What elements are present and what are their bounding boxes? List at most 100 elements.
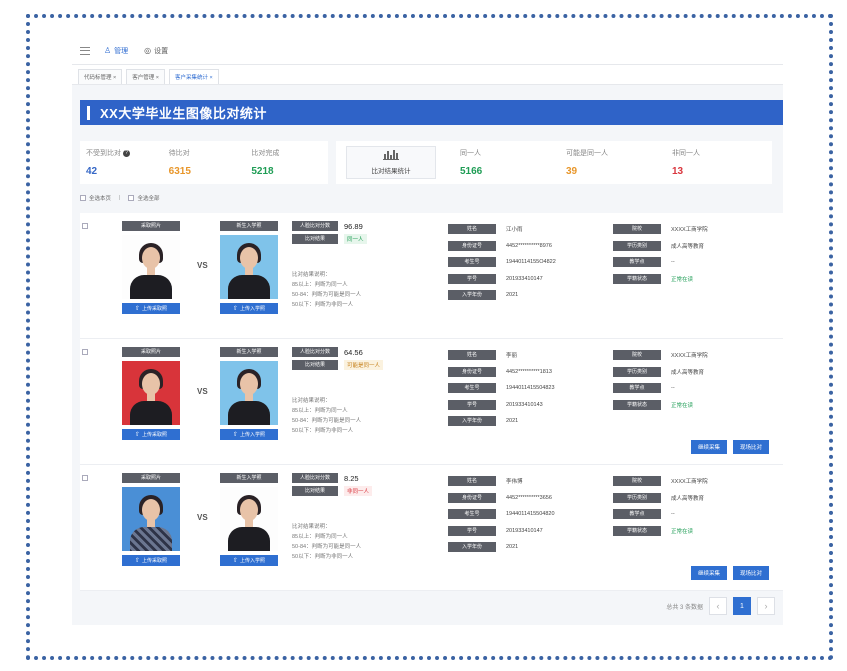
select-page-label: 全选本页 bbox=[89, 196, 112, 202]
select-all-label: 全选全部 bbox=[137, 196, 160, 202]
teach-point: -- bbox=[671, 511, 675, 518]
recollect-button[interactable]: 继续采集 bbox=[690, 566, 727, 580]
record-checkbox[interactable] bbox=[82, 223, 88, 229]
collect-photo-column: 采取照片 ⇧ 上传采取照 bbox=[122, 473, 180, 566]
teach-point-tag: 教学点 bbox=[613, 383, 661, 394]
rule-high: 85以上：判断为同一人 bbox=[292, 408, 348, 414]
enroll-status: 正常在读 bbox=[671, 276, 694, 283]
student-name: 李伟博 bbox=[506, 479, 523, 486]
recollect-button[interactable]: 继续采集 bbox=[690, 440, 727, 454]
record-list: 采取照片 ⇧ 上传采取照 VS 新生入学照 ⇧ 上传入学照 人脸比对分数 96.89 … bbox=[80, 213, 783, 591]
upload-collect-button[interactable]: ⇧ 上传采取照 bbox=[122, 429, 180, 440]
tab-code-manage[interactable]: 代码标管理 × bbox=[78, 69, 123, 84]
result-stats-button[interactable]: 比对结果统计 bbox=[346, 146, 436, 179]
stat-value: 5218 bbox=[251, 166, 274, 177]
exam-tag: 考生号 bbox=[448, 257, 496, 268]
tab-collect-stats[interactable]: 客户采集统计 × bbox=[169, 69, 219, 84]
collect-photo bbox=[122, 361, 180, 425]
compare-result-section: 人脸比对分数 96.89 比对结果 同一人 比对结果说明： 85以上：判断为同一人 … bbox=[292, 221, 432, 310]
school-tag: 院校 bbox=[613, 476, 661, 487]
enroll-photo bbox=[220, 235, 278, 299]
upload-collect-label: 上传采取照 bbox=[142, 432, 168, 438]
exam-tag: 考生号 bbox=[448, 383, 496, 394]
record-checkbox[interactable] bbox=[82, 475, 88, 481]
tab-bar: 代码标管理 × 客户管理 × 客户采集统计 × bbox=[72, 65, 783, 85]
rule-high: 85以上：判断为同一人 bbox=[292, 282, 348, 288]
stat-pending: 待比对 6315 bbox=[163, 141, 246, 184]
stat-value: 42 bbox=[86, 166, 98, 177]
enroll-year: 2021 bbox=[506, 292, 519, 299]
app-window: ♙ 管理 ◎ 设置 代码标管理 × 客户管理 × 客户采集统计 × XX大学毕业… bbox=[72, 37, 783, 625]
stat-label: 同一人 bbox=[460, 150, 481, 157]
upload-icon: ⇧ bbox=[232, 432, 238, 438]
teach-point: -- bbox=[671, 385, 675, 392]
face-score: 8.25 bbox=[344, 473, 359, 483]
exam-number: 19440114155O4822 bbox=[506, 259, 556, 266]
page-1-button[interactable]: 1 bbox=[733, 597, 751, 615]
school-tag: 院校 bbox=[613, 224, 661, 235]
onsite-compare-button[interactable]: 现场比对 bbox=[732, 440, 769, 454]
upload-enroll-button[interactable]: ⇧ 上传入学照 bbox=[220, 303, 278, 314]
stat-label: 非同一人 bbox=[672, 150, 700, 157]
enroll-year: 2021 bbox=[506, 418, 519, 425]
nav-item-settings[interactable]: ◎ 设置 bbox=[144, 46, 168, 56]
record-checkbox[interactable] bbox=[82, 349, 88, 355]
stat-value: 39 bbox=[566, 166, 578, 177]
select-all-checkbox[interactable] bbox=[128, 195, 135, 201]
record-actions: 继续采集 现场比对 bbox=[690, 440, 769, 454]
id-tag: 身份证号 bbox=[448, 366, 496, 377]
select-page-checkbox[interactable] bbox=[80, 195, 86, 201]
student-info: 姓名 李伟博 身份证号 4452**********3656 考生号 19440114… bbox=[448, 473, 778, 556]
help-icon[interactable]: ? bbox=[123, 149, 130, 157]
onsite-compare-button[interactable]: 现场比对 bbox=[732, 566, 769, 580]
bar-chart-icon bbox=[383, 150, 399, 160]
stat-label: 比对完成 bbox=[251, 150, 280, 157]
upload-collect-button[interactable]: ⇧ 上传采取照 bbox=[122, 303, 180, 314]
stat-value: 5166 bbox=[460, 166, 483, 177]
id-tag: 身份证号 bbox=[448, 240, 496, 251]
stat-value: 6315 bbox=[168, 166, 191, 177]
student-name: 江小雨 bbox=[506, 227, 523, 234]
rules-title: 比对结果说明： bbox=[292, 398, 331, 404]
student-info: 姓名 李丽 身份证号 4452**********1813 考生号 194401141… bbox=[448, 347, 778, 430]
upload-enroll-button[interactable]: ⇧ 上传入学照 bbox=[220, 429, 278, 440]
record-actions: 继续采集 现场比对 bbox=[690, 566, 769, 580]
student-no-tag: 学号 bbox=[448, 525, 496, 536]
stats-panel: 不受到比对? 42 待比对 6315 比对完成 5218 比对结果统计 同一人 … bbox=[80, 141, 775, 184]
page-title-bar: XX大学毕业生图像比对统计 bbox=[80, 100, 783, 125]
stat-maybe-same: 可能是同一人 39 bbox=[560, 141, 666, 184]
title-accent bbox=[87, 105, 90, 120]
nav-item-manage[interactable]: ♙ 管理 bbox=[104, 46, 128, 56]
edu-type-tag: 学历类别 bbox=[613, 366, 661, 377]
enroll-photo-column: 新生入学照 ⇧ 上传入学照 bbox=[220, 347, 278, 440]
total-count: 总共 3 条数据 bbox=[666, 604, 703, 611]
edu-type-tag: 学历类别 bbox=[613, 492, 661, 503]
edu-type-tag: 学历类别 bbox=[613, 240, 661, 251]
prev-page-button[interactable]: ‹ bbox=[709, 597, 727, 615]
collect-photo-label: 采取照片 bbox=[122, 221, 180, 231]
student-number: 201933410147 bbox=[506, 275, 543, 282]
year-tag: 入学年份 bbox=[448, 542, 496, 553]
stat-label: 可能是同一人 bbox=[566, 150, 608, 157]
collect-photo-column: 采取照片 ⇧ 上传采取照 bbox=[122, 221, 180, 314]
menu-icon[interactable] bbox=[80, 46, 90, 55]
upload-enroll-button[interactable]: ⇧ 上传入学照 bbox=[220, 555, 278, 566]
enroll-photo bbox=[220, 487, 278, 551]
enroll-status: 正常在读 bbox=[671, 528, 694, 535]
collect-photo-label: 采取照片 bbox=[122, 347, 180, 357]
enroll-status: 正常在读 bbox=[671, 402, 694, 409]
upload-collect-button[interactable]: ⇧ 上传采取照 bbox=[122, 555, 180, 566]
tab-customer-manage[interactable]: 客户管理 × bbox=[126, 69, 165, 84]
rule-low: 50以下：判断为非同一人 bbox=[292, 428, 354, 434]
upload-enroll-label: 上传入学照 bbox=[240, 558, 266, 564]
stat-different: 非同一人 13 bbox=[666, 141, 772, 184]
exam-number: 1944011415504820 bbox=[506, 511, 555, 518]
face-score: 64.56 bbox=[344, 347, 363, 357]
score-tag: 人脸比对分数 bbox=[292, 473, 338, 483]
next-page-button[interactable]: › bbox=[757, 597, 775, 615]
stat-completed: 比对完成 5218 bbox=[245, 141, 328, 184]
result-stats-label: 比对结果统计 bbox=[371, 168, 411, 175]
nav-label-settings: 设置 bbox=[154, 47, 169, 55]
id-number: 4452**********8976 bbox=[506, 242, 552, 249]
edu-type: 成人高等教育 bbox=[671, 495, 705, 502]
